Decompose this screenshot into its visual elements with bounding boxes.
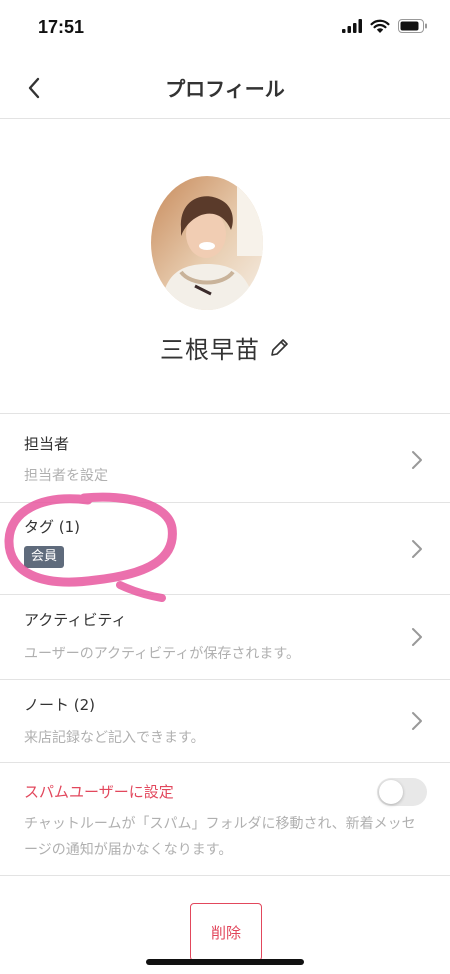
assignee-row[interactable]: 担当者 担当者を設定	[0, 413, 450, 503]
activity-row[interactable]: アクティビティ ユーザーのアクティビティが保存されます。	[0, 595, 450, 680]
status-bar: 17:51	[0, 0, 450, 58]
notes-title: ノート (2)	[24, 696, 96, 714]
battery-icon	[398, 19, 427, 33]
status-icons	[342, 19, 428, 33]
status-time: 17:51	[38, 17, 85, 37]
navigation-bar: プロフィール	[0, 58, 450, 119]
avatar	[151, 176, 263, 310]
notes-row[interactable]: ノート (2) 来店記録など記入できます。	[0, 680, 450, 763]
tags-row[interactable]: タグ (1)	[0, 502, 450, 595]
chevron-right-icon	[412, 451, 422, 469]
notes-subtitle: 来店記録など記入できます。	[24, 730, 205, 746]
activity-title: アクティビティ	[24, 611, 127, 629]
activity-subtitle: ユーザーのアクティビティが保存されます。	[24, 646, 300, 662]
wifi-icon	[370, 19, 390, 33]
spam-toggle[interactable]	[377, 778, 427, 806]
chevron-right-icon	[412, 540, 422, 558]
profile-name-row: 三根早苗	[0, 330, 450, 365]
tags-title: タグ (1)	[24, 518, 81, 536]
pencil-icon[interactable]	[268, 337, 290, 359]
avatar-photo	[151, 176, 263, 310]
assignee-subtitle: 担当者を設定	[24, 468, 108, 484]
delete-button[interactable]: 削除	[190, 903, 262, 961]
home-indicator	[146, 959, 304, 965]
chevron-right-icon	[412, 712, 422, 730]
profile-name: 三根早苗	[160, 336, 260, 364]
cellular-signal-icon	[342, 19, 362, 33]
tag-badge[interactable]: 会員	[24, 546, 65, 568]
toggle-knob	[379, 780, 403, 804]
page-title: プロフィール	[165, 77, 285, 101]
assignee-title: 担当者	[24, 435, 70, 453]
divider	[0, 875, 450, 876]
spam-setting-description: チャットルームが「スパム」フォルダに移動され、新着メッセージの通知が届かなくなり…	[24, 816, 416, 858]
chevron-right-icon	[412, 628, 422, 646]
spam-setting-title: スパムユーザーに設定	[24, 783, 174, 801]
